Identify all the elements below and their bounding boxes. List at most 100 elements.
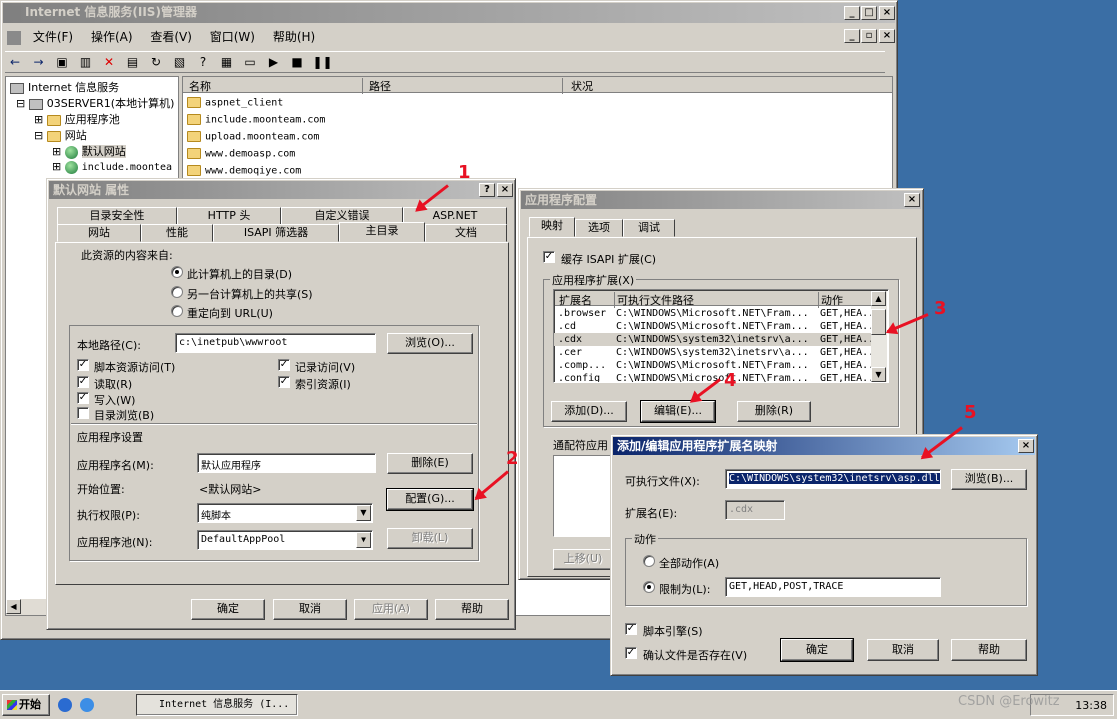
list-item[interactable]: .browser C:\WINDOWS\Microsoft.NET\Fram...… <box>554 307 872 320</box>
ext-listview[interactable]: 扩展名 可执行文件路径 动作 .browser C:\WINDOWS\Micros… <box>553 289 889 383</box>
exe-input[interactable]: C:\WINDOWS\system32\inetsrv\asp.dll <box>725 469 941 489</box>
radio-network-share-label[interactable]: 另一台计算机上的共享(S) <box>187 286 313 302</box>
add-mapping-button[interactable]: 添加(D)... <box>551 401 627 422</box>
radio-limit-to[interactable] <box>643 581 655 593</box>
scroll-up-button[interactable]: ▲ <box>871 291 886 306</box>
list-item[interactable]: aspnet_client <box>187 97 283 109</box>
tab-directory-security[interactable]: 目录安全性 <box>57 207 177 225</box>
cancel-button[interactable]: 取消 <box>273 599 347 620</box>
ext-input[interactable]: .cdx <box>725 500 785 520</box>
mapping-title-bar[interactable]: 添加/编辑应用程序扩展名映射 <box>613 437 1035 455</box>
cb-cache-isapi[interactable]: ✓ <box>543 251 555 263</box>
delete-icon[interactable]: ✕ <box>101 54 117 70</box>
export-icon[interactable]: ▧ <box>172 54 188 70</box>
quicklaunch-icon[interactable] <box>80 698 94 712</box>
radio-local-dir-label[interactable]: 此计算机上的目录(D) <box>187 266 292 282</box>
chevron-down-icon[interactable]: ▼ <box>356 532 371 548</box>
tab-http-headers[interactable]: HTTP 头 <box>177 207 281 225</box>
ext-list-vscrollbar[interactable]: ▲ ▼ <box>871 291 887 382</box>
minimize-button[interactable]: _ <box>844 6 860 20</box>
unload-button[interactable]: 卸载(L) <box>387 528 473 549</box>
tree-server[interactable]: ⊟ 03SERVER1(本地计算机) <box>16 95 174 111</box>
up-folder-icon[interactable]: ▣ <box>54 54 70 70</box>
radio-redirect[interactable] <box>171 305 183 317</box>
tab-performance[interactable]: 性能 <box>141 224 213 242</box>
list-item[interactable]: include.moonteam.com <box>187 114 325 126</box>
configure-button[interactable]: 配置(G)... <box>386 488 474 511</box>
scroll-thumb[interactable] <box>871 309 886 335</box>
browse-button[interactable]: 浏览(O)... <box>387 333 473 354</box>
list-item[interactable]: .cd C:\WINDOWS\Microsoft.NET\Fram... GET,H… <box>554 320 872 333</box>
taskbar-task-iis[interactable]: Internet 信息服务 (I... <box>136 694 298 716</box>
console-icon[interactable]: ▦ <box>219 54 235 70</box>
tab-documents[interactable]: 文档 <box>425 224 507 242</box>
child-restore-button[interactable]: ▫ <box>861 29 877 43</box>
col-name[interactable]: 名称 <box>189 78 363 94</box>
cb-read[interactable]: ✓ <box>77 376 89 388</box>
app-pool-select[interactable]: DefaultAppPool ▼ <box>197 530 373 550</box>
remove-mapping-button[interactable]: 删除(R) <box>737 401 811 422</box>
radio-local-dir[interactable] <box>171 266 183 278</box>
properties-close-button[interactable]: × <box>497 183 513 197</box>
radio-all-verbs[interactable] <box>643 555 655 567</box>
tab-debugging[interactable]: 调试 <box>623 219 675 237</box>
list-item[interactable]: www.demoqiye.com <box>187 165 301 177</box>
ok-button[interactable]: 确定 <box>191 599 265 620</box>
close-button[interactable]: × <box>879 6 895 20</box>
menu-view[interactable]: 查看(V) <box>150 30 192 44</box>
limit-verbs-input[interactable]: GET,HEAD,POST,TRACE <box>725 577 941 597</box>
tree-root[interactable]: Internet 信息服务 <box>10 79 119 95</box>
list-item-selected[interactable]: .cdx C:\WINDOWS\system32\inetsrv\a... GET,… <box>554 333 872 346</box>
cb-write[interactable]: ✓ <box>77 392 89 404</box>
tab-home-directory[interactable]: 主目录 <box>339 222 425 242</box>
cb-script-engine[interactable]: ✓ <box>625 623 637 635</box>
exe-browse-button[interactable]: 浏览(B)... <box>951 469 1027 490</box>
radio-all-verbs-label[interactable]: 全部动作(A) <box>659 555 719 571</box>
cb-log-visits[interactable]: ✓ <box>278 359 290 371</box>
menu-window[interactable]: 窗口(W) <box>210 30 255 44</box>
list-item[interactable]: upload.moonteam.com <box>187 131 319 143</box>
list-item[interactable]: .config C:\WINDOWS\Microsoft.NET\Fram... G… <box>554 372 872 382</box>
edit-mapping-button[interactable]: 编辑(E)... <box>640 400 716 423</box>
cb-script-access[interactable]: ✓ <box>77 359 89 371</box>
back-icon[interactable]: ← <box>7 54 23 70</box>
tab-options[interactable]: 选项 <box>575 219 623 237</box>
radio-limit-to-label[interactable]: 限制为(L): <box>659 581 710 597</box>
menu-help[interactable]: 帮助(H) <box>273 30 315 44</box>
tree-default-site[interactable]: ⊞ 默认网站 <box>52 143 126 159</box>
show-tree-icon[interactable]: ▥ <box>78 54 94 70</box>
refresh-icon[interactable]: ↻ <box>148 54 164 70</box>
ie-icon[interactable] <box>58 698 72 712</box>
computer-icon[interactable]: ▭ <box>242 54 258 70</box>
child-minimize-button[interactable]: _ <box>844 29 860 43</box>
col-path[interactable]: 路径 <box>369 78 563 94</box>
tab-website[interactable]: 网站 <box>57 224 141 242</box>
help-icon[interactable]: ? <box>195 54 211 70</box>
local-path-input[interactable]: c:\inetpub\wwwroot <box>175 333 376 353</box>
scroll-left-button[interactable]: ◀ <box>6 599 21 614</box>
cb-verify-file[interactable]: ✓ <box>625 647 637 659</box>
cb-index[interactable]: ✓ <box>278 376 290 388</box>
apply-button[interactable]: 应用(A) <box>354 599 428 620</box>
properties-help-button[interactable]: ? <box>479 183 495 197</box>
pause-icon[interactable]: ❚❚ <box>313 54 333 70</box>
child-close-button[interactable]: × <box>879 29 895 43</box>
appcfg-close-button[interactable]: × <box>904 193 920 207</box>
menu-file[interactable]: 文件(F) <box>33 30 73 44</box>
tab-mappings[interactable]: 映射 <box>529 217 575 237</box>
radio-network-share[interactable] <box>171 286 183 298</box>
menu-action[interactable]: 操作(A) <box>91 30 133 44</box>
radio-redirect-label[interactable]: 重定向到 URL(U) <box>187 305 273 321</box>
remove-app-button[interactable]: 删除(E) <box>387 453 473 474</box>
mapping-help-button[interactable]: 帮助 <box>951 639 1027 661</box>
maximize-button[interactable]: □ <box>861 6 877 20</box>
list-item[interactable]: .cer C:\WINDOWS\system32\inetsrv\a... GET,… <box>554 346 872 359</box>
help-button[interactable]: 帮助 <box>435 599 509 620</box>
chevron-down-icon[interactable]: ▼ <box>356 505 371 521</box>
stop-icon[interactable]: ■ <box>289 54 305 70</box>
tree-app-pools[interactable]: ⊞ 应用程序池 <box>34 111 120 127</box>
mapping-ok-button[interactable]: 确定 <box>780 638 854 662</box>
list-item[interactable]: .comp... C:\WINDOWS\Microsoft.NET\Fram...… <box>554 359 872 372</box>
col-exe-path[interactable]: 可执行文件路径 <box>617 292 819 308</box>
col-verbs[interactable]: 动作 <box>821 292 843 308</box>
